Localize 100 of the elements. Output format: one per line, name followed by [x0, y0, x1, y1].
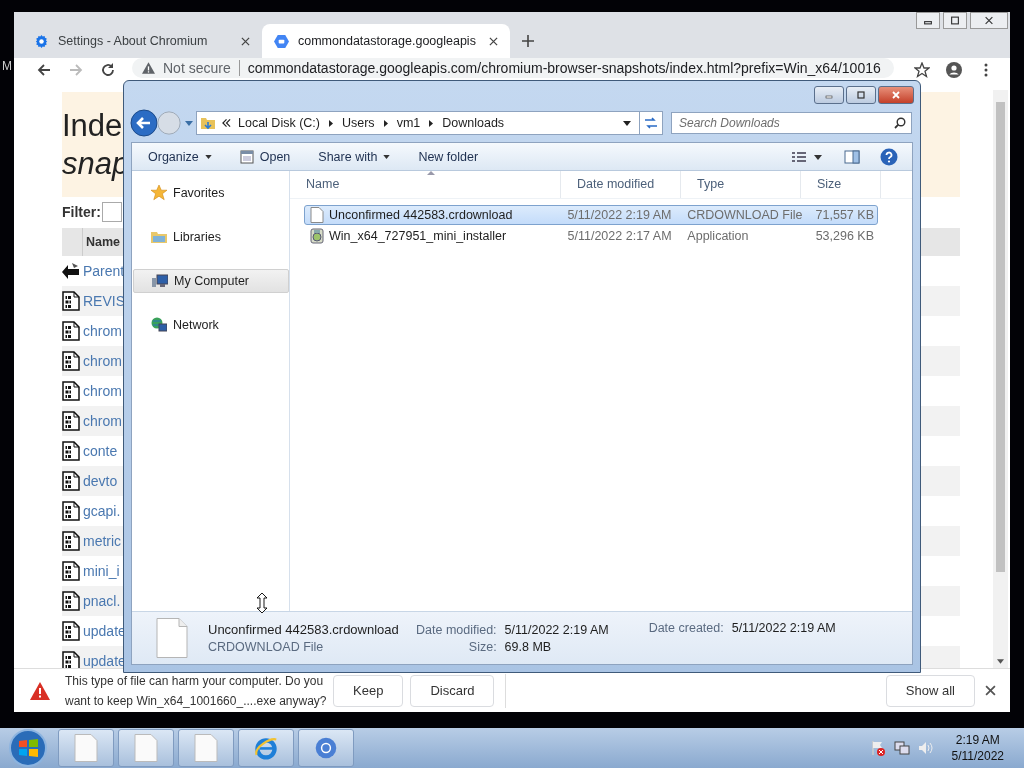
- caret-icon[interactable]: [623, 120, 631, 126]
- security-label: Not secure: [163, 60, 240, 76]
- breadcrumb-item[interactable]: Users: [341, 116, 375, 130]
- caret-icon[interactable]: [429, 119, 434, 127]
- start-button[interactable]: [8, 728, 48, 768]
- document-icon: [134, 734, 158, 762]
- taskbar-button[interactable]: [58, 729, 114, 767]
- property-value: 69.8 MB: [504, 639, 553, 654]
- close-icon[interactable]: [985, 685, 996, 696]
- column-header[interactable]: Type: [681, 171, 801, 198]
- type-cell-text: Application: [686, 229, 750, 243]
- breadcrumb-item[interactable]: Downloads: [442, 116, 505, 130]
- network-icon: [151, 317, 167, 333]
- warning-icon: [142, 62, 155, 74]
- view-options-icon[interactable]: [792, 150, 822, 163]
- site-icon: [274, 33, 289, 49]
- scroll-down-icon[interactable]: [997, 659, 1004, 664]
- history-dropdown-icon[interactable]: [185, 120, 193, 126]
- close-button[interactable]: [878, 86, 914, 104]
- back-icon[interactable]: [36, 62, 52, 78]
- menu-button[interactable]: Share with: [310, 144, 399, 169]
- column-header[interactable]: Date modified: [561, 171, 681, 198]
- file-link[interactable]: chrom: [83, 383, 122, 399]
- help-icon[interactable]: [880, 147, 898, 166]
- star-icon[interactable]: [914, 62, 930, 78]
- file-name: Win_x64_727951_mini_installer: [329, 229, 507, 243]
- binary-file-icon: [62, 351, 80, 371]
- menu-button[interactable]: Organize: [140, 144, 220, 169]
- maximize-button[interactable]: [846, 86, 876, 104]
- action-center-icon[interactable]: [869, 740, 886, 756]
- discard-button[interactable]: Discard: [410, 674, 495, 707]
- file-link[interactable]: mini_i: [83, 563, 120, 579]
- file-link[interactable]: conte: [83, 443, 118, 459]
- taskbar-button[interactable]: [178, 729, 234, 767]
- address-bar[interactable]: Local Disk (C:) Users vm1 Downloads: [196, 111, 663, 135]
- file-row[interactable]: Unconfirmed 442583.crdownload 5/11/2022 2:19 AM CRDOWNLOAD File 71,557 KB: [304, 205, 878, 225]
- keep-button[interactable]: Keep: [333, 674, 404, 707]
- filter-label: Filter:: [62, 204, 101, 220]
- column-header[interactable]: Size: [801, 171, 881, 198]
- file-row[interactable]: Win_x64_727951_mini_installer 5/11/2022 2:17 AM Application 53,296 KB: [304, 226, 878, 246]
- network-icon[interactable]: [893, 740, 910, 756]
- preview-pane-icon[interactable]: [844, 149, 860, 164]
- file-link[interactable]: chrom: [83, 413, 122, 429]
- window-icon: [239, 149, 254, 164]
- browser-tab[interactable]: Settings - About Chromium: [22, 24, 262, 58]
- minimize-button[interactable]: [916, 12, 940, 29]
- taskbar-button[interactable]: [298, 729, 354, 767]
- toolbar-button[interactable]: New folder: [410, 144, 487, 169]
- maximize-icon: [855, 91, 867, 99]
- profile-icon[interactable]: [946, 62, 962, 78]
- close-icon[interactable]: [489, 36, 498, 46]
- taskbar-button[interactable]: [238, 729, 294, 767]
- filter-field[interactable]: [101, 202, 122, 222]
- navigation-item[interactable]: Libraries: [132, 225, 289, 249]
- address-bar[interactable]: Not secure commondatastorage.googleapis.com/chromium-browser-snapshots/index.html?prefix=Win_x64/10016: [132, 58, 894, 78]
- show-all-button[interactable]: Show all: [885, 674, 975, 707]
- caret-icon: [204, 154, 212, 159]
- property-label: Size:: [467, 639, 497, 654]
- caret-icon: [383, 154, 391, 159]
- breadcrumb-item[interactable]: vm1: [396, 116, 421, 130]
- file-link[interactable]: REVIS: [83, 293, 125, 309]
- column-header[interactable]: Name: [290, 171, 561, 198]
- toolbar-button[interactable]: Open: [231, 144, 299, 169]
- download-warning-text: This type of file can harm your computer. Do you want to keep Win_x64_1001660_....exe anyway?: [65, 672, 327, 710]
- back-button[interactable]: [130, 109, 158, 137]
- file-link[interactable]: Parent: [83, 263, 125, 279]
- navigation-item[interactable]: Favorites: [132, 181, 289, 205]
- taskbar-button[interactable]: [118, 729, 174, 767]
- close-icon[interactable]: [241, 36, 250, 46]
- file-icon: [156, 618, 188, 658]
- file-link[interactable]: gcapi.: [83, 503, 121, 519]
- caret-icon[interactable]: [383, 119, 388, 127]
- navigation-item[interactable]: My Computer: [133, 269, 289, 293]
- search-field[interactable]: Search Downloads: [671, 112, 912, 134]
- browser-tab[interactable]: commondatastorage.googleapis: [262, 24, 510, 58]
- caret-icon[interactable]: [328, 119, 333, 127]
- new-tab-icon[interactable]: [522, 35, 534, 47]
- folder-icon: [200, 115, 216, 131]
- date-cell-text: 5/11/2022 2:19 AM: [566, 208, 673, 222]
- overflow-icon[interactable]: [222, 119, 231, 127]
- file-link[interactable]: chrom: [83, 323, 122, 339]
- binary-file-icon: [62, 411, 80, 431]
- clock[interactable]: 2:19 AM 5/11/2022: [951, 732, 1004, 764]
- minimize-button[interactable]: [814, 86, 844, 104]
- close-icon: [983, 16, 995, 25]
- breadcrumb-item[interactable]: Local Disk (C:): [238, 116, 320, 130]
- property-value: 5/11/2022 2:19 AM: [731, 621, 836, 635]
- navigation-item[interactable]: Network: [132, 313, 289, 337]
- scrollbar[interactable]: [993, 90, 1008, 668]
- maximize-button[interactable]: [943, 12, 967, 29]
- star-icon: [151, 185, 167, 201]
- column-header[interactable]: Name: [86, 235, 121, 249]
- back-arrow-icon: [62, 261, 80, 281]
- file-link[interactable]: pnacl.: [83, 593, 121, 609]
- reload-icon[interactable]: [100, 62, 116, 78]
- binary-file-icon: [62, 531, 80, 551]
- file-link[interactable]: chrom: [83, 353, 122, 369]
- close-button[interactable]: [970, 12, 1008, 29]
- file-link[interactable]: devto: [83, 473, 118, 489]
- file-link[interactable]: metric: [83, 533, 122, 549]
